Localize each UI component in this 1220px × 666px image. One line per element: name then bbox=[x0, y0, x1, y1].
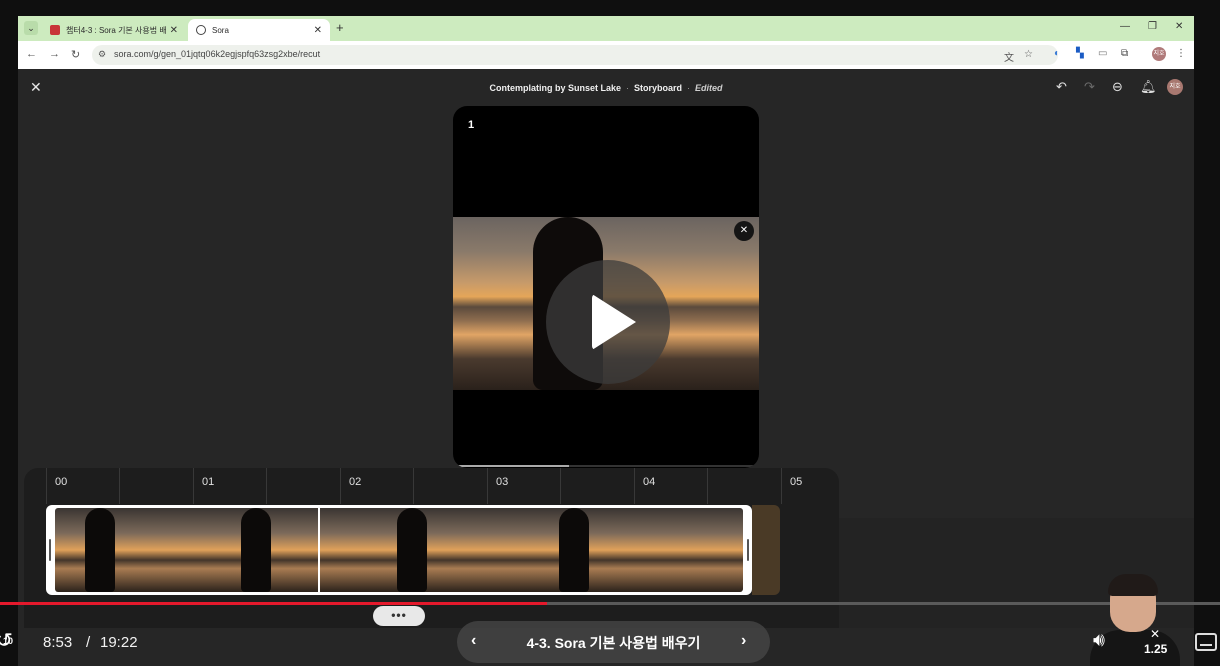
tick-minor bbox=[560, 468, 561, 504]
preview-progress-fill bbox=[453, 465, 570, 467]
undo-icon[interactable]: ↶ bbox=[1056, 79, 1067, 95]
timeline-ruler: 00 01 02 03 04 05 bbox=[46, 468, 806, 504]
thumbnail bbox=[559, 508, 589, 592]
remove-scene-icon[interactable]: ✕ bbox=[734, 221, 754, 241]
tick-major bbox=[340, 468, 341, 504]
speed-close-icon[interactable]: ✕ bbox=[1150, 627, 1160, 641]
lesson-title: 4-3. Sora 기본 사용법 배우기 bbox=[526, 635, 701, 651]
presenter-hair bbox=[1108, 574, 1158, 596]
captions-icon[interactable] bbox=[1195, 633, 1217, 651]
status-label: Edited bbox=[695, 83, 723, 93]
tab-title: 챕터4-3 : Sora 기본 사용법 배 bbox=[66, 25, 166, 35]
thumbnail bbox=[241, 508, 271, 592]
clip-start-handle[interactable] bbox=[49, 539, 51, 561]
thumbnail bbox=[85, 508, 115, 592]
tick-label: 05 bbox=[790, 476, 803, 488]
address-bar: ← → ↻ ⚙ sora.com/g/gen_01jqtq06k2egjspfq… bbox=[18, 41, 1194, 69]
translate-icon[interactable]: 文 bbox=[1004, 49, 1014, 64]
time-separator: / bbox=[86, 634, 91, 651]
tick-major bbox=[634, 468, 635, 504]
url-field[interactable]: ⚙ sora.com/g/gen_01jqtq06k2egjspfq63zsg2… bbox=[92, 45, 1058, 65]
tick-label: 04 bbox=[643, 476, 656, 488]
tick-label: 02 bbox=[349, 476, 362, 488]
tick-major bbox=[193, 468, 194, 504]
restore-icon[interactable]: ❐ bbox=[1148, 21, 1157, 32]
tab-chapter[interactable]: 챕터4-3 : Sora 기본 사용법 배 ✕ bbox=[42, 19, 186, 41]
extension-icon[interactable]: ⧉ bbox=[1121, 48, 1128, 59]
extension-3-icon[interactable]: ▭ bbox=[1098, 48, 1107, 59]
user-avatar[interactable]: 지호 bbox=[1167, 79, 1183, 95]
tab-bar: ⌄ 챕터4-3 : Sora 기본 사용법 배 ✕ Sora ✕ + — ❐ ✕ bbox=[18, 16, 1194, 41]
tick-minor bbox=[119, 468, 120, 504]
clip-extension bbox=[752, 505, 780, 595]
forward-arrow-icon[interactable]: → bbox=[49, 48, 60, 60]
tab-title: Sora bbox=[212, 25, 229, 35]
tick-major bbox=[46, 468, 47, 504]
sora-favicon-icon bbox=[196, 25, 206, 35]
profile-avatar[interactable]: 지호 bbox=[1152, 47, 1166, 61]
site-settings-icon[interactable]: ⚙ bbox=[98, 49, 106, 60]
next-lesson-button[interactable]: › bbox=[741, 632, 746, 650]
tick-major bbox=[487, 468, 488, 504]
title-separator: · bbox=[626, 83, 629, 93]
back-arrow-icon[interactable]: ← bbox=[26, 48, 37, 60]
frame-number: 1 bbox=[468, 119, 475, 131]
title-separator: · bbox=[687, 83, 691, 93]
document-title: Contemplating by Sunset Lake · Storyboard ·… bbox=[18, 83, 1194, 93]
lecture-progress-track[interactable] bbox=[0, 602, 1220, 605]
extension-2-icon[interactable]: ▚ bbox=[1076, 48, 1084, 59]
reload-icon[interactable]: ↻ bbox=[71, 48, 80, 61]
tab-search-icon[interactable]: ⌄ bbox=[24, 21, 38, 35]
clip-end-handle[interactable] bbox=[747, 539, 749, 561]
play-icon bbox=[592, 294, 636, 350]
tab-close-icon[interactable]: ✕ bbox=[170, 25, 178, 36]
zoom-out-icon[interactable]: ⊖ bbox=[1112, 79, 1123, 95]
volume-icon[interactable]: 🔊︎ bbox=[1093, 630, 1105, 652]
tab-sora[interactable]: Sora ✕ bbox=[188, 19, 330, 41]
tick-minor bbox=[266, 468, 267, 504]
lesson-navigator: ‹ 4-3. Sora 기본 사용법 배우기 › bbox=[457, 621, 770, 663]
sora-editor: ✕ Contemplating by Sunset Lake · Storyboar… bbox=[18, 69, 1194, 666]
tick-minor bbox=[413, 468, 414, 504]
tick-label: 01 bbox=[202, 476, 215, 488]
storyboard-preview[interactable]: 1 ✕ bbox=[453, 106, 759, 468]
clip-thumbnails bbox=[55, 508, 743, 592]
video-name: Contemplating by Sunset Lake bbox=[489, 83, 621, 93]
bell-icon[interactable]: 🔔︎ bbox=[1140, 79, 1157, 95]
thumbnail bbox=[397, 508, 427, 592]
tick-label: 00 bbox=[55, 476, 68, 488]
url-text: sora.com/g/gen_01jqtq06k2egjspfq63zsg2xb… bbox=[114, 49, 321, 59]
menu-icon[interactable]: ⋮ bbox=[1176, 48, 1186, 59]
new-tab-button[interactable]: + bbox=[336, 21, 344, 35]
playhead[interactable] bbox=[318, 505, 320, 595]
rewind-seconds: 10 bbox=[2, 636, 13, 646]
window-close-icon[interactable]: ✕ bbox=[1175, 21, 1183, 32]
tick-label: 03 bbox=[496, 476, 509, 488]
video-clip[interactable] bbox=[46, 505, 752, 595]
redo-icon[interactable]: ↷ bbox=[1084, 79, 1095, 95]
tick-major bbox=[781, 468, 782, 504]
star-icon[interactable]: ☆ bbox=[1024, 49, 1033, 60]
tab-close-icon[interactable]: ✕ bbox=[314, 25, 322, 36]
lecture-progress-fill bbox=[0, 602, 547, 605]
play-button[interactable] bbox=[546, 260, 670, 384]
tick-minor bbox=[707, 468, 708, 504]
minimize-icon[interactable]: — bbox=[1120, 21, 1130, 32]
extension-1-icon[interactable]: ◐ bbox=[1054, 48, 1060, 59]
playback-speed[interactable]: 1.25 bbox=[1144, 642, 1167, 656]
more-options-button[interactable]: ••• bbox=[373, 606, 425, 626]
mode-label: Storyboard bbox=[634, 83, 683, 93]
duration: 19:22 bbox=[100, 634, 138, 651]
preview-progress-track[interactable] bbox=[453, 465, 759, 467]
book-favicon-icon bbox=[50, 25, 60, 35]
screen: ⌄ 챕터4-3 : Sora 기본 사용법 배 ✕ Sora ✕ + — ❐ ✕… bbox=[0, 0, 1220, 666]
browser-window: ⌄ 챕터4-3 : Sora 기본 사용법 배 ✕ Sora ✕ + — ❐ ✕… bbox=[18, 16, 1194, 666]
current-time: 8:53 bbox=[43, 634, 73, 651]
